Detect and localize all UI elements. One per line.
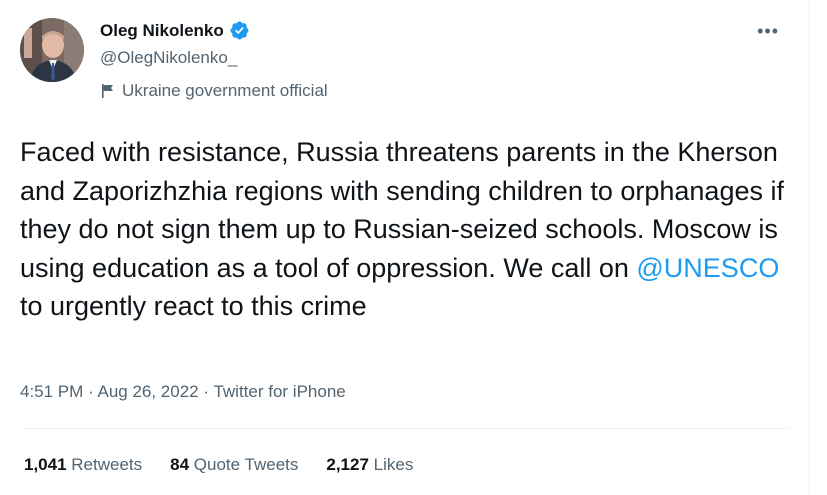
affiliation-text: Ukraine government official	[122, 81, 328, 100]
author-name[interactable]: Oleg Nikolenko	[100, 21, 224, 41]
flag-icon	[100, 83, 116, 99]
retweets-stat[interactable]: 1,041 Retweets	[24, 455, 142, 475]
retweets-count: 1,041	[24, 455, 67, 474]
mention-link[interactable]: @UNESCO	[636, 253, 779, 283]
avatar-image	[20, 18, 84, 82]
tweet-card: Oleg Nikolenko @OlegNikolenko_ Ukraine g…	[0, 0, 810, 495]
verified-badge-icon	[229, 20, 250, 41]
meta-separator: ·	[198, 382, 214, 401]
author-name-row[interactable]: Oleg Nikolenko	[100, 20, 250, 41]
retweets-label: Retweets	[66, 455, 143, 474]
affiliation-label: Ukraine government official	[100, 81, 328, 101]
author-handle[interactable]: @OlegNikolenko_	[100, 48, 237, 68]
meta-separator: ·	[83, 382, 98, 401]
tweet-meta: 4:51 PM · Aug 26, 2022 · Twitter for iPh…	[20, 382, 346, 402]
tweet-date[interactable]: Aug 26, 2022	[97, 382, 198, 401]
likes-count: 2,127	[326, 455, 369, 474]
quote-tweets-stat[interactable]: 84 Quote Tweets	[170, 455, 298, 475]
tweet-time[interactable]: 4:51 PM	[20, 382, 83, 401]
likes-stat[interactable]: 2,127 Likes	[326, 455, 413, 475]
likes-label: Likes	[368, 455, 414, 474]
quote-tweets-count: 84	[170, 455, 190, 474]
divider	[20, 428, 789, 429]
avatar[interactable]	[20, 18, 84, 82]
tweet-text-after: to urgently react to this crime	[20, 291, 367, 322]
tweet-text: Faced with resistance, Russia threatens …	[20, 133, 790, 326]
quote-tweets-label: Quote Tweets	[189, 455, 299, 474]
tweet-stats: 1,041 Retweets 84 Quote Tweets 2,127 Lik…	[24, 455, 413, 475]
more-options-icon[interactable]: •••	[757, 22, 779, 40]
tweet-source[interactable]: Twitter for iPhone	[213, 382, 345, 401]
